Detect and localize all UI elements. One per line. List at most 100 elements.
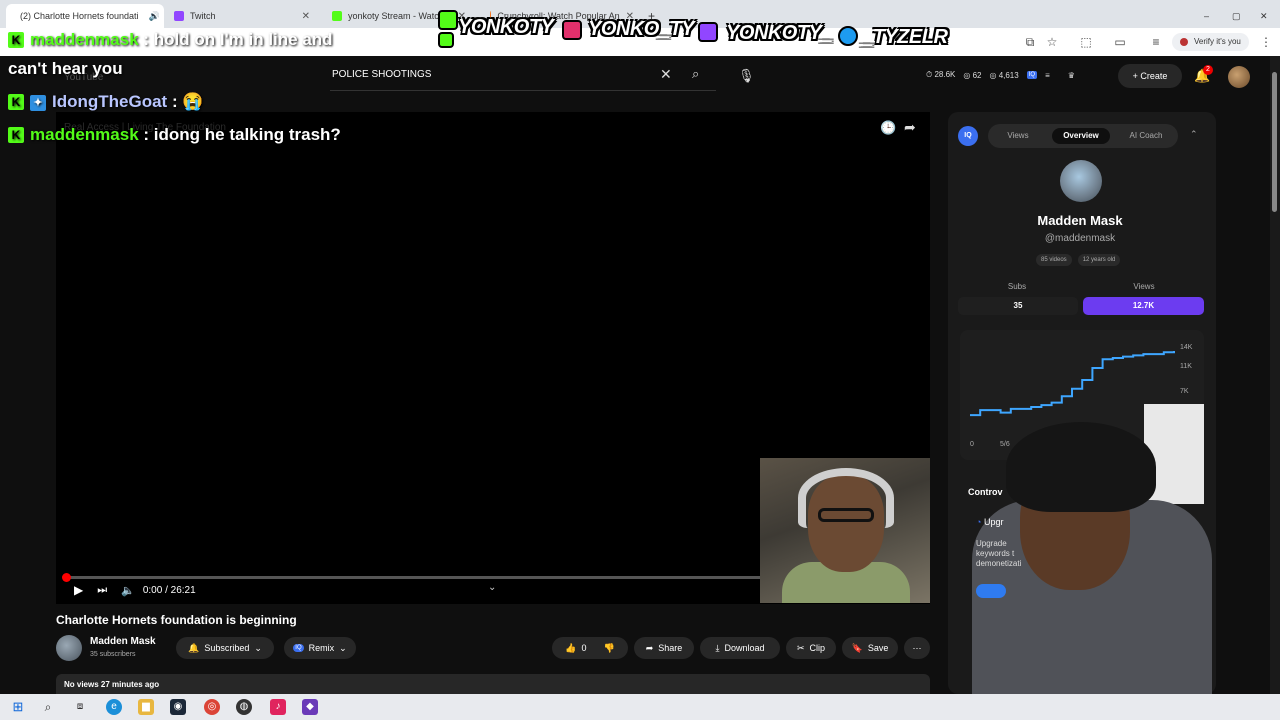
windows-start-icon[interactable]: ⊞ [10,699,26,715]
share-icon: ➦ [645,642,654,653]
search-icon[interactable]: ⌕ [692,66,699,82]
reading-list-icon[interactable]: ≡ [1148,34,1164,50]
channel-age-pill: 12 years old [1077,254,1121,266]
videos-stat: ◎ 62 [963,70,982,80]
menu-icon[interactable]: ≡ [1045,71,1050,80]
iq-small-icon[interactable]: IQ [1026,71,1038,79]
search-box[interactable]: ✕ ⌕ [330,63,716,91]
like-dislike-group: 👍 0 👎 [552,637,628,659]
microphone-icon[interactable]: 🎙 [738,68,755,84]
social-twitch-handle: YONKOTY_ [726,22,833,44]
channel-owner-name[interactable]: Madden Mask [90,636,156,647]
next-icon[interactable]: ⏭ [97,584,107,597]
tab-charlotte-hornets[interactable]: (2) Charlotte Hornets foundati 🔊 ✕ [6,4,164,28]
time-display: 0:00 / 26:21 [142,584,196,596]
play-icon[interactable]: ▶ [74,583,83,597]
scissors-icon: ✂ [796,642,805,653]
tiktok-icon[interactable]: ♪ [270,699,286,715]
chevron-down-icon[interactable]: ⌄ [488,582,496,593]
player-controls: ▶ ⏭ 🔈 0:00 / 26:21 [74,582,196,598]
create-button[interactable]: + Create [1118,64,1182,88]
trophy-icon[interactable]: ♛ [1068,71,1075,80]
scrollbar-thumb[interactable] [1272,72,1277,212]
watch-later-icon[interactable]: 🕒 [880,120,896,136]
like-icon[interactable]: 👍 [565,643,576,654]
speaker-icon[interactable]: 🔊 [149,11,160,22]
webcam-streamer-durag [1006,422,1156,512]
save-button[interactable]: 🔖 Save [842,637,898,659]
progress-scrubber[interactable] [62,573,71,582]
chat-text: : idong he talking trash? [143,125,341,144]
chat-username: maddenmask [30,30,139,49]
steam-icon[interactable]: ◉ [170,699,186,715]
chat-message: Kmaddenmask : hold on I'm in line and [8,30,333,50]
twitch-icon [698,22,718,42]
kick-play-icon [438,10,458,30]
close-window-icon[interactable]: ✕ [1252,4,1272,28]
bookmark-star-icon[interactable]: ☆ [1044,34,1060,50]
kick-badge-icon: K [8,127,24,143]
tab-views[interactable]: Views [992,128,1044,144]
split-view-icon[interactable]: ▭ [1112,34,1128,50]
taskbar-search-icon[interactable]: ⌕ [40,699,56,715]
share-arrow-icon[interactable]: ➦ [904,119,916,136]
chevron-down-icon: ⌄ [254,642,262,653]
bell-icon: 🔔 [188,642,200,653]
install-icon[interactable]: ⧉ [1022,34,1038,50]
sparkle-badge-icon: ✦ [30,95,46,111]
extensions-icon[interactable]: ⬚ [1078,34,1094,50]
subscribed-button[interactable]: 🔔 Subscribed ⌄ [176,637,274,659]
channel-handle: @maddenmask [1044,233,1116,244]
minimize-icon[interactable]: – [1196,4,1216,28]
progress-bar[interactable] [64,576,760,579]
kick-badge-icon: K [8,32,24,48]
twitter-icon [838,26,858,46]
description-box[interactable]: No views 27 minutes ago [56,674,930,694]
maximize-icon[interactable]: ▢ [1224,4,1244,28]
tab-ai-coach[interactable]: AI Coach [1118,128,1174,144]
search-input[interactable] [332,69,652,80]
social-instagram-handle: YONKO_TY [588,18,695,40]
webcam-glasses [818,508,874,522]
clip-button[interactable]: ✂ Clip [786,637,836,659]
chrome-icon[interactable]: ◎ [204,699,220,715]
app-icon[interactable]: ◆ [302,699,318,715]
remix-button[interactable]: IQ Remix ⌄ [284,637,356,659]
subs-stat: ⏱ 28.6K [926,70,956,79]
profile-icon [1180,38,1188,46]
more-menu-icon[interactable]: ⋮ [1258,34,1274,50]
channel-name: Madden Mask [1037,213,1123,228]
stream-chat-overlay: Kmaddenmask : hold on I'm in line and ca… [0,28,366,152]
video-title: Charlotte Hornets foundation is beginnin… [56,613,297,627]
volume-icon[interactable]: 🔈 [121,584,135,597]
upgrade-button[interactable] [976,584,1006,598]
account-avatar[interactable] [1228,66,1250,88]
file-explorer-icon[interactable]: ▆ [138,699,154,715]
chevron-down-icon: ⌄ [339,642,347,653]
edge-icon[interactable]: e [106,699,122,715]
kick-favicon-icon [332,11,342,21]
verify-profile-button[interactable]: Verify it's you [1172,33,1249,51]
share-button[interactable]: ➦ Share [634,637,694,659]
close-tab-icon[interactable]: ✕ [302,11,310,22]
dislike-icon[interactable]: 👎 [604,643,615,654]
task-view-icon[interactable]: ⧈ [72,699,88,715]
kick-badge-icon: K [8,94,24,110]
subs-value[interactable]: 35 [958,297,1078,315]
download-button[interactable]: ⤓ Download [700,637,780,659]
chat-message: Kmaddenmask : idong he talking trash? [8,125,341,145]
clear-search-icon[interactable]: ✕ [660,66,672,83]
tab-overview[interactable]: Overview [1052,128,1110,144]
channel-owner-avatar[interactable] [56,635,82,661]
channel-meta: 85 videos 12 years old [1036,254,1121,266]
collapse-chevron-icon[interactable]: ⌃ [1190,129,1198,140]
chart-y-tick: 14K [1180,344,1193,351]
chart-y-tick: 7K [1180,388,1189,395]
obs-icon[interactable]: ◍ [236,699,252,715]
controversy-label: Controv [968,487,1003,497]
tab-twitch[interactable]: Twitch ✕ [166,4,318,28]
more-actions-button[interactable]: ⋯ [904,637,930,659]
channel-owner-subscribers: 35 subscribers [90,651,136,658]
views-value[interactable]: 12.7K [1083,297,1204,315]
channel-avatar [1060,160,1102,202]
